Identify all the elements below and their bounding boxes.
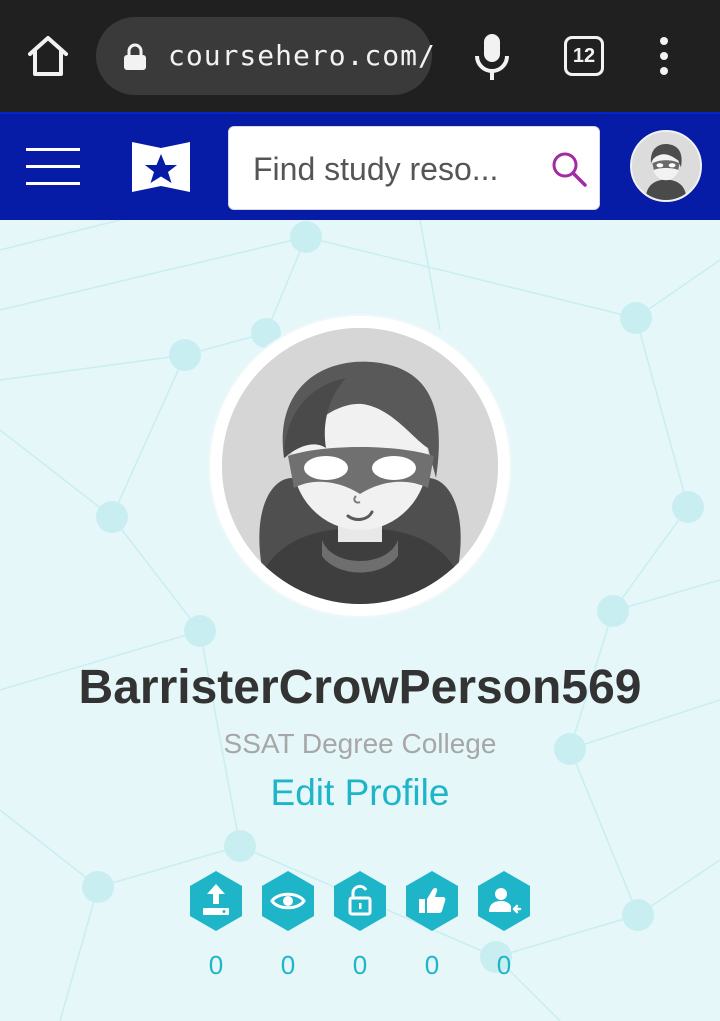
avatar-icon — [222, 328, 498, 604]
hamburger-menu-button[interactable] — [26, 148, 80, 188]
browser-menu-button[interactable] — [650, 36, 678, 76]
stat-value: 0 — [352, 950, 368, 980]
profile-username: BarristerCrowPerson569 — [78, 661, 642, 714]
stat-value: 0 — [208, 950, 224, 980]
bookmark-star-icon — [132, 142, 190, 192]
search-box — [228, 126, 600, 210]
edit-profile-link[interactable]: Edit Profile — [0, 772, 720, 814]
profile-school: SSAT Degree College — [223, 728, 497, 759]
user-follow-icon — [478, 871, 530, 931]
home-icon — [28, 36, 68, 76]
lock-icon — [124, 43, 146, 70]
stat-value: 0 — [280, 950, 296, 980]
course-hero-logo[interactable] — [130, 136, 192, 198]
stat-likes[interactable]: 0 — [404, 870, 460, 980]
avatar-icon — [632, 132, 700, 200]
search-icon[interactable] — [549, 149, 589, 189]
profile-stats: 0 0 0 0 0 — [188, 870, 532, 980]
stat-uploads[interactable]: 0 — [188, 870, 244, 980]
more-vert-icon — [660, 37, 668, 75]
home-button[interactable] — [24, 32, 72, 80]
header-avatar[interactable] — [630, 130, 702, 202]
stat-followers[interactable]: 0 — [476, 870, 532, 980]
unlock-icon — [334, 871, 386, 931]
browser-toolbar: coursehero.com/ 12 — [0, 0, 720, 112]
url-text: coursehero.com/ — [168, 39, 436, 72]
address-bar[interactable]: coursehero.com/ — [96, 17, 435, 95]
eye-icon — [262, 871, 314, 931]
thumbs-up-icon — [406, 871, 458, 931]
stat-value: 0 — [496, 950, 512, 980]
upload-icon — [190, 871, 242, 931]
stat-views[interactable]: 0 — [260, 870, 316, 980]
mic-icon — [475, 34, 509, 80]
search-input[interactable] — [253, 147, 533, 191]
site-header — [0, 112, 720, 220]
stat-unlocks[interactable]: 0 — [332, 870, 388, 980]
profile-avatar[interactable] — [210, 316, 510, 616]
tabs-button[interactable]: 12 — [564, 36, 604, 76]
voice-search-button[interactable] — [470, 32, 514, 82]
profile-section: BarristerCrowPerson569 SSAT Degree Colle… — [0, 220, 720, 1021]
stat-value: 0 — [424, 950, 440, 980]
